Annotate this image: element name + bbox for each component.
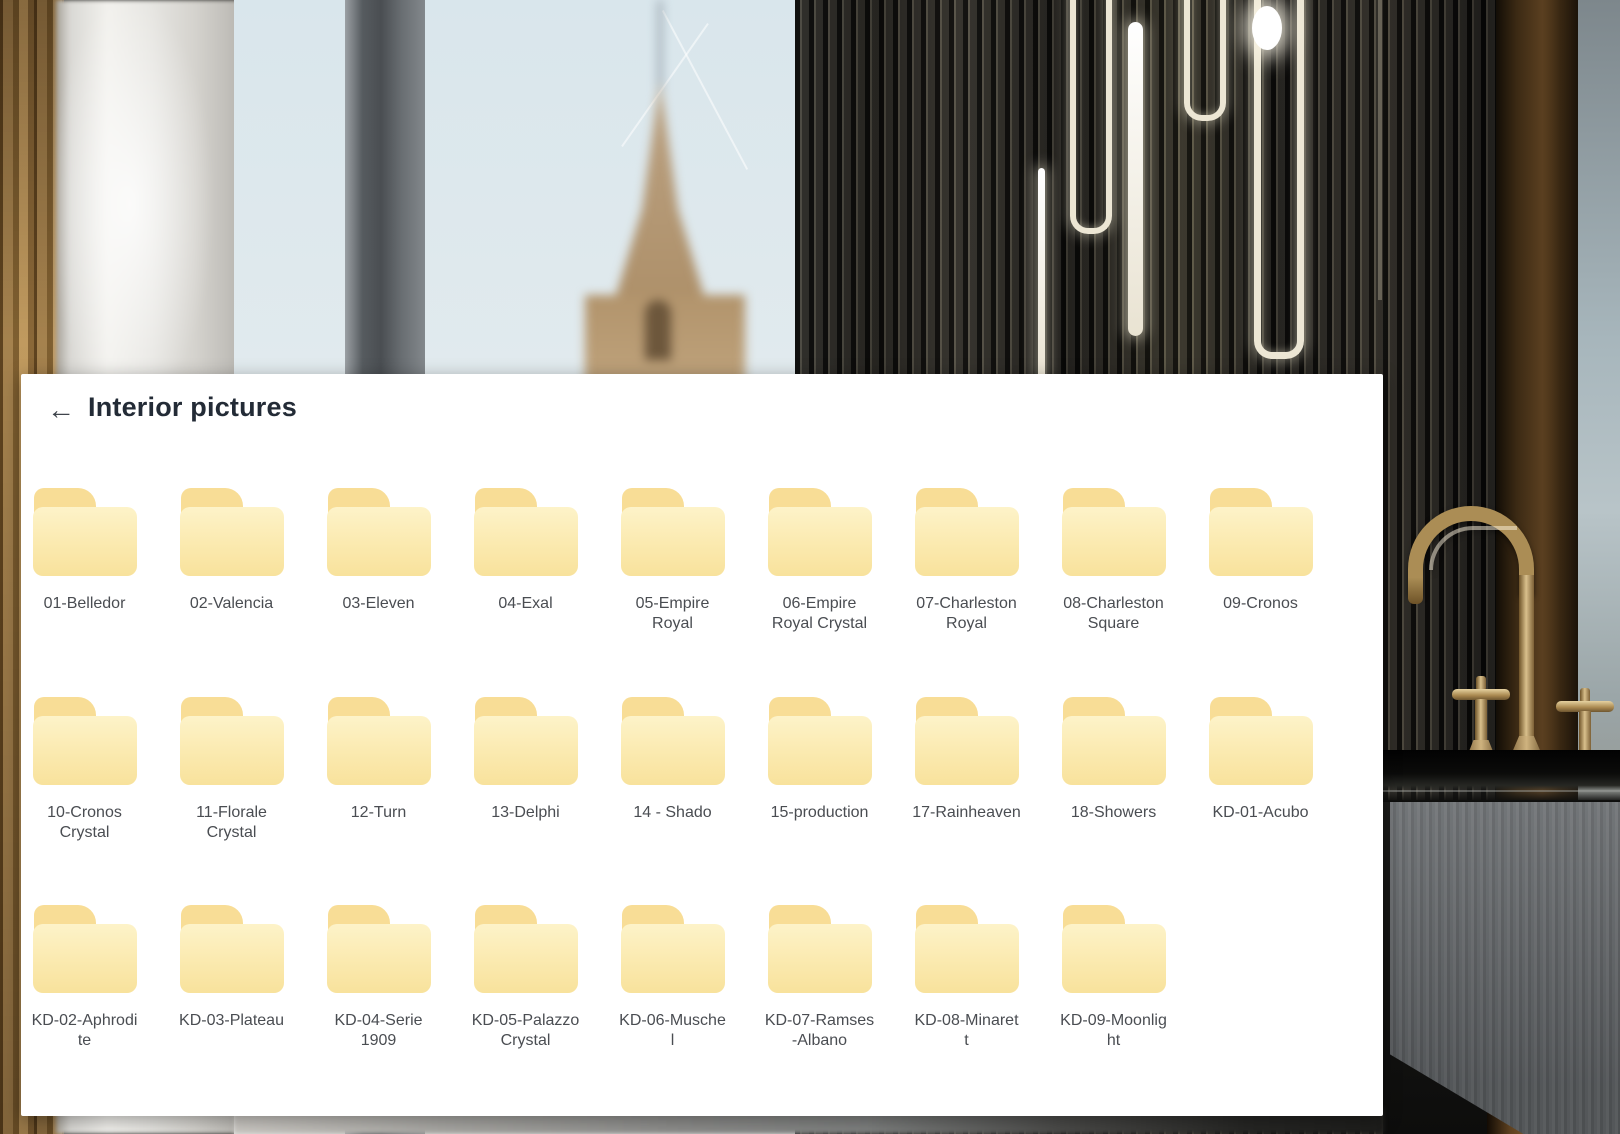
folder-item[interactable]: 17-Rainheaven bbox=[893, 697, 1040, 823]
led-light bbox=[1254, 0, 1304, 359]
folder-name: 04-Exal bbox=[457, 594, 595, 614]
folder-item[interactable]: 18-Showers bbox=[1040, 697, 1187, 823]
led-light bbox=[1128, 22, 1143, 336]
led-light bbox=[1038, 168, 1045, 380]
folder-item[interactable]: KD-07-Ramses -Albano bbox=[746, 905, 893, 1051]
folder-item[interactable]: KD-03-Plateau bbox=[158, 905, 305, 1031]
folder-name: 07-Charleston Royal bbox=[898, 594, 1036, 634]
folder-name: 18-Showers bbox=[1045, 803, 1183, 823]
folder-icon bbox=[327, 905, 431, 993]
folder-icon bbox=[180, 905, 284, 993]
folder-name: 12-Turn bbox=[310, 803, 448, 823]
led-light bbox=[1070, 0, 1112, 234]
folder-item[interactable]: 13-Delphi bbox=[452, 697, 599, 823]
folder-icon bbox=[180, 488, 284, 576]
folder-item[interactable]: 06-Empire Royal Crystal bbox=[746, 488, 893, 634]
led-light-faint bbox=[1378, 0, 1382, 300]
folder-icon bbox=[474, 905, 578, 993]
folder-name: KD-09-Moonlig ht bbox=[1045, 1011, 1183, 1051]
folder-name: 17-Rainheaven bbox=[898, 803, 1036, 823]
folder-item[interactable]: 15-production bbox=[746, 697, 893, 823]
folder-name: 09-Cronos bbox=[1192, 594, 1330, 614]
folder-item[interactable]: KD-02-Aphrodi te bbox=[11, 905, 158, 1051]
folder-name: KD-03-Plateau bbox=[163, 1011, 301, 1031]
folder-icon bbox=[621, 697, 725, 785]
led-light-glow bbox=[1252, 6, 1282, 50]
folder-item[interactable]: KD-05-Palazzo Crystal bbox=[452, 905, 599, 1051]
folder-item[interactable]: 08-Charleston Square bbox=[1040, 488, 1187, 634]
folder-name: KD-08-Minaret t bbox=[898, 1011, 1036, 1051]
folder-item[interactable]: KD-09-Moonlig ht bbox=[1040, 905, 1187, 1051]
folder-icon bbox=[915, 905, 1019, 993]
folder-icon bbox=[915, 697, 1019, 785]
folder-item[interactable]: KD-06-Musche l bbox=[599, 905, 746, 1051]
file-browser-panel: ← Interior pictures 01-Belledor 02-Valen… bbox=[21, 374, 1383, 1116]
folder-icon bbox=[33, 905, 137, 993]
folder-item[interactable]: 04-Exal bbox=[452, 488, 599, 614]
folder-item[interactable]: 10-Cronos Crystal bbox=[11, 697, 158, 843]
counter-top bbox=[1383, 750, 1620, 802]
folder-icon bbox=[33, 488, 137, 576]
folder-icon bbox=[621, 488, 725, 576]
folder-item[interactable]: 02-Valencia bbox=[158, 488, 305, 614]
folder-name: KD-01-Acubo bbox=[1192, 803, 1330, 823]
folder-icon bbox=[1209, 488, 1313, 576]
folder-item[interactable]: 12-Turn bbox=[305, 697, 452, 823]
led-light bbox=[1184, 0, 1226, 121]
faucet-spout-tip bbox=[1408, 578, 1423, 604]
folder-name: KD-07-Ramses -Albano bbox=[751, 1011, 889, 1051]
folder-item[interactable]: 09-Cronos bbox=[1187, 488, 1334, 614]
folder-item[interactable]: KD-04-Serie 1909 bbox=[305, 905, 452, 1051]
folder-icon bbox=[474, 488, 578, 576]
folder-name: KD-06-Musche l bbox=[604, 1011, 742, 1051]
folder-name: 08-Charleston Square bbox=[1045, 594, 1183, 634]
folder-icon bbox=[768, 488, 872, 576]
folder-icon bbox=[1062, 488, 1166, 576]
folder-name: 13-Delphi bbox=[457, 803, 595, 823]
folder-name: KD-04-Serie 1909 bbox=[310, 1011, 448, 1051]
folder-name: 06-Empire Royal Crystal bbox=[751, 594, 889, 634]
folder-icon bbox=[474, 697, 578, 785]
folder-icon bbox=[180, 697, 284, 785]
panel-header: ← Interior pictures bbox=[21, 374, 1383, 444]
back-arrow-icon: ← bbox=[47, 394, 75, 426]
folder-name: 03-Eleven bbox=[310, 594, 448, 614]
folder-icon bbox=[915, 488, 1019, 576]
folder-name: 14 - Shado bbox=[604, 803, 742, 823]
page-title: Interior pictures bbox=[88, 392, 297, 423]
folder-name: 01-Belledor bbox=[16, 594, 154, 614]
folder-icon bbox=[1062, 905, 1166, 993]
folder-name: KD-02-Aphrodi te bbox=[16, 1011, 154, 1051]
folder-icon bbox=[1209, 697, 1313, 785]
folder-name: 02-Valencia bbox=[163, 594, 301, 614]
folder-name: 05-Empire Royal bbox=[604, 594, 742, 634]
folder-icon bbox=[768, 697, 872, 785]
folder-name: 10-Cronos Crystal bbox=[16, 803, 154, 843]
bell-tower-background bbox=[540, 0, 800, 390]
folder-item[interactable]: KD-01-Acubo bbox=[1187, 697, 1334, 823]
folder-item[interactable]: 11-Florale Crystal bbox=[158, 697, 305, 843]
screen: ← Interior pictures 01-Belledor 02-Valen… bbox=[0, 0, 1620, 1134]
folder-item[interactable]: 14 - Shado bbox=[599, 697, 746, 823]
folder-icon bbox=[621, 905, 725, 993]
folder-name: KD-05-Palazzo Crystal bbox=[457, 1011, 595, 1051]
folder-item[interactable]: 03-Eleven bbox=[305, 488, 452, 614]
folder-icon bbox=[327, 697, 431, 785]
back-button[interactable]: ← bbox=[41, 390, 81, 430]
folder-icon bbox=[33, 697, 137, 785]
folder-item[interactable]: 07-Charleston Royal bbox=[893, 488, 1040, 634]
folder-icon bbox=[327, 488, 431, 576]
folder-name: 15-production bbox=[751, 803, 889, 823]
faucet-pipe bbox=[1519, 575, 1534, 757]
folder-item[interactable]: 05-Empire Royal bbox=[599, 488, 746, 634]
folder-item[interactable]: KD-08-Minaret t bbox=[893, 905, 1040, 1051]
folder-name: 11-Florale Crystal bbox=[163, 803, 301, 843]
folder-icon bbox=[768, 905, 872, 993]
folder-item[interactable]: 01-Belledor bbox=[11, 488, 158, 614]
folder-icon bbox=[1062, 697, 1166, 785]
